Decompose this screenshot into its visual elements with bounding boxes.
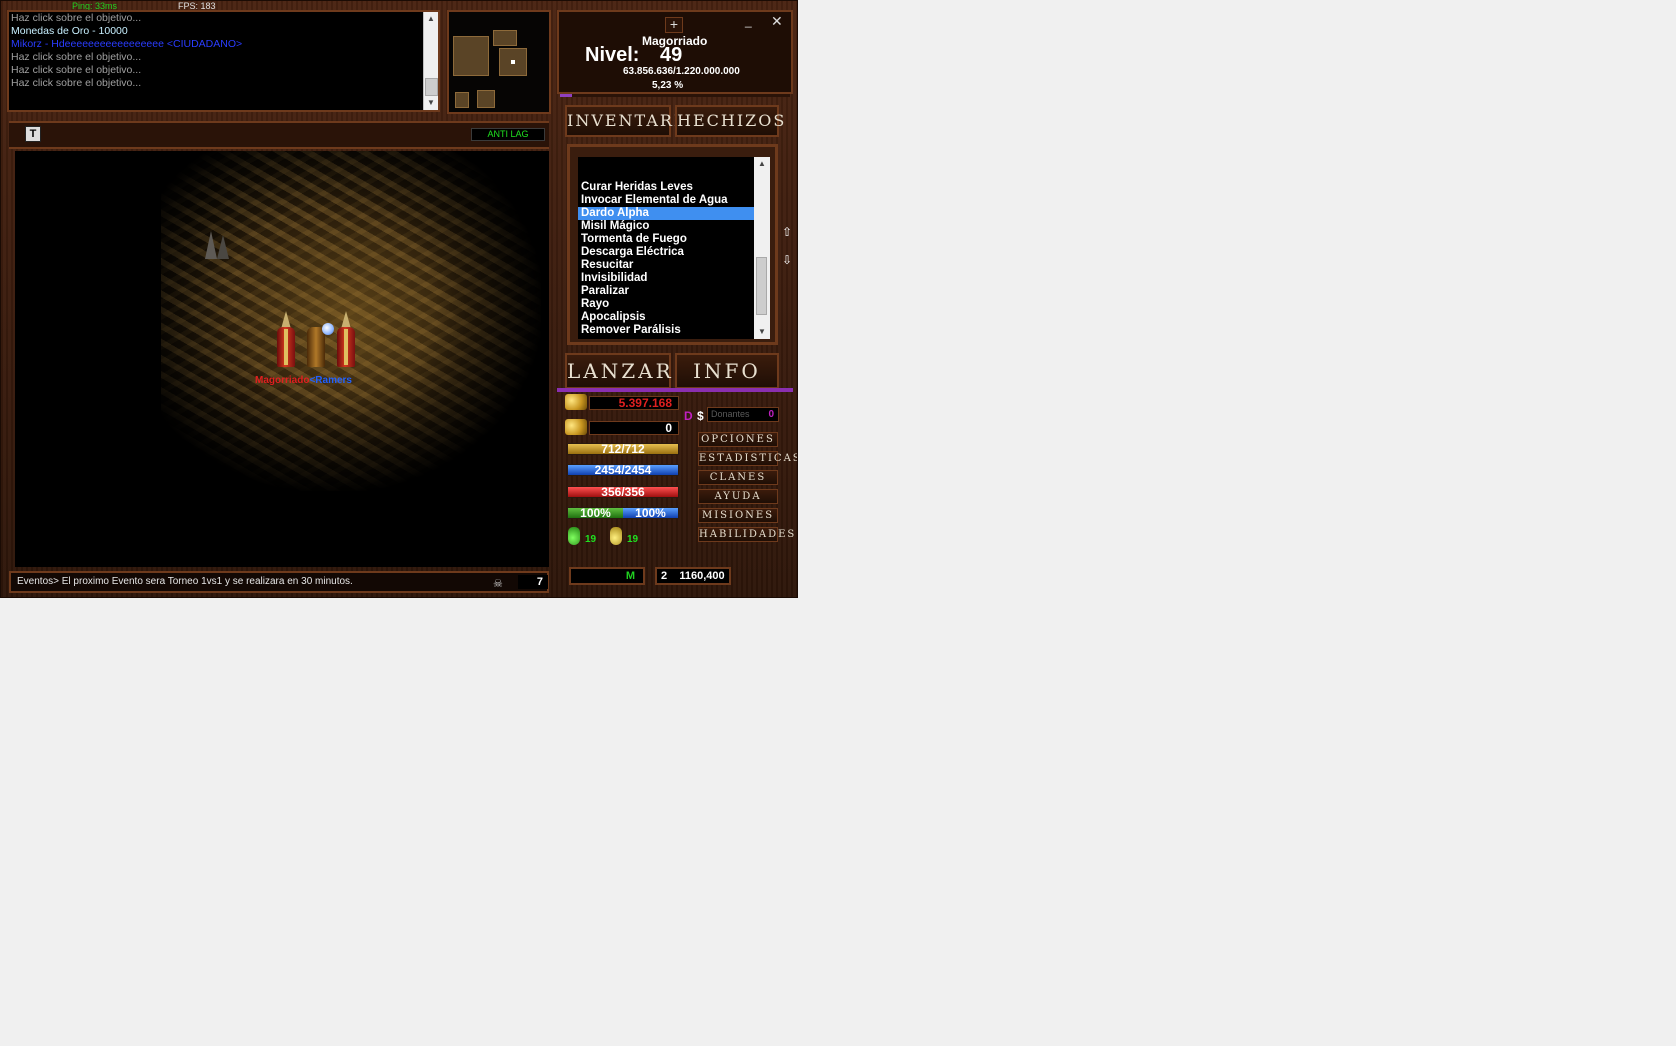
scroll-down-icon[interactable]: ▼ <box>424 96 438 110</box>
gold-coins-icon <box>565 394 587 410</box>
console-line: Mikorz - Hdeeeeeeeeeeeeeeeee <CIUDADANO> <box>11 38 243 50</box>
console-lines: Haz click sobre el objetivo... Monedas de… <box>9 12 438 90</box>
donations-box[interactable]: Donantes 0 <box>707 407 779 422</box>
spell-item[interactable]: Dardo Alpha <box>578 207 762 220</box>
cast-button[interactable]: LANZAR <box>565 353 671 389</box>
scroll-thumb[interactable] <box>756 257 767 315</box>
tab-inventory[interactable]: INVENTARIO <box>565 105 695 137</box>
statistics-button[interactable]: ESTADISTICAS <box>698 451 797 466</box>
console-line: Haz click sobre el objetivo... <box>11 12 142 24</box>
spell-list-frame: Curar Heridas Leves Invocar Elemental de … <box>567 144 778 345</box>
donations-d: D <box>684 409 693 423</box>
clans-button[interactable]: CLANES <box>698 470 778 485</box>
spell-item[interactable]: Rayo <box>578 298 762 311</box>
minimap-room <box>455 92 469 108</box>
donations-dollar: $ <box>697 409 704 423</box>
level-value: 49 <box>660 44 683 66</box>
spell-item[interactable]: Paralizar <box>578 285 762 298</box>
gold-wallet: 5.397.168 <box>589 396 679 410</box>
experience-percent: 5,23 % <box>652 80 684 91</box>
spell-item[interactable]: Invocar Elemental de Agua <box>578 194 762 207</box>
panel-separator <box>557 388 793 392</box>
spell-item[interactable]: Invisibilidad <box>578 272 762 285</box>
stalagmite-icon <box>217 235 229 259</box>
coordinates: 2 1160,400 <box>655 567 731 585</box>
spell-item[interactable]: Tormenta de Fuego <box>578 233 762 246</box>
console-line: Monedas de Oro - 10000 <box>11 25 128 37</box>
console-line: Haz click sobre el objetivo... <box>11 51 142 63</box>
game-viewport[interactable]: Magorriado<Ramers <box>15 151 549 567</box>
skills-button[interactable]: HABILIDADES <box>698 527 794 542</box>
event-count: 7 <box>518 575 548 589</box>
spell-item[interactable]: Misil Mágico <box>578 220 762 233</box>
yellow-potion-icon[interactable] <box>610 527 622 545</box>
stamina-bar: 712/712 <box>567 443 679 455</box>
minimap-room <box>493 30 517 46</box>
game-window: Ping: 33ms FPS: 183 Haz click sobre el o… <box>0 0 798 598</box>
minimap-room <box>477 90 495 108</box>
antilag-button[interactable]: ANTI LAG <box>471 128 545 141</box>
player-character[interactable] <box>337 311 355 369</box>
minimize-button[interactable]: _ <box>745 14 752 28</box>
hunger-value: 100% <box>568 508 623 518</box>
plus-button[interactable]: + <box>665 17 683 33</box>
character-panel: + _ ✕ Magorriado Nivel: 49 63.856.636/1.… <box>557 10 793 94</box>
stalagmite-icon <box>205 231 217 259</box>
scroll-thumb[interactable] <box>425 78 438 96</box>
spell-scrollbar[interactable]: ▲ ▼ <box>754 157 770 339</box>
minimap-room <box>453 36 489 76</box>
console-line: Haz click sobre el objetivo... <box>11 77 142 89</box>
text-toggle-button[interactable]: T <box>25 126 41 142</box>
missions-button[interactable]: MISIONES <box>698 508 778 523</box>
skull-icon: ☠ <box>493 578 503 590</box>
character-nametag: Magorriado<Ramers <box>255 375 352 386</box>
scroll-up-icon[interactable]: ▲ <box>424 12 438 26</box>
bank-coins-icon <box>565 419 587 435</box>
info-button[interactable]: INFO <box>675 353 779 389</box>
toolbar: T ANTI LAG <box>9 121 549 149</box>
orb-icon <box>322 323 334 335</box>
thirst-value: 100% <box>623 508 678 518</box>
gold-bank: 0 <box>589 421 679 435</box>
spell-list[interactable]: Curar Heridas Leves Invocar Elemental de … <box>578 157 762 339</box>
chat-console[interactable]: Haz click sobre el objetivo... Monedas de… <box>7 10 440 112</box>
spell-item[interactable]: Curar Heridas Leves <box>578 181 762 194</box>
map-indicator: M <box>569 567 645 585</box>
donations-value: 0 <box>768 409 774 420</box>
help-button[interactable]: AYUDA <box>698 489 778 504</box>
event-message: Eventos> El proximo Evento sera Torneo 1… <box>17 576 353 587</box>
event-status-bar: Eventos> El proximo Evento sera Torneo 1… <box>9 571 549 593</box>
spell-item[interactable]: Resucitar <box>578 259 762 272</box>
green-potion-icon[interactable] <box>568 527 580 545</box>
scroll-up-icon[interactable]: ▲ <box>754 157 770 171</box>
experience-bar <box>560 94 790 97</box>
experience-text: 63.856.636/1.220.000.000 <box>623 66 740 77</box>
move-spell-up-icon[interactable]: ⇧ <box>781 225 793 239</box>
tab-spells[interactable]: HECHIZOS <box>675 105 784 137</box>
spell-item[interactable]: Apocalipsis <box>578 311 762 324</box>
console-scrollbar[interactable]: ▲ ▼ <box>423 12 438 110</box>
player-marker-icon <box>511 60 515 64</box>
player-character[interactable] <box>277 311 295 369</box>
hunger-thirst-bar: 100% 100% <box>567 507 679 519</box>
health-bar: 356/356 <box>567 486 679 498</box>
spell-item[interactable]: Remover Parálisis <box>578 324 762 337</box>
options-button[interactable]: OPCIONES <box>698 432 778 447</box>
green-potion-count: 19 <box>585 534 597 545</box>
close-button[interactable]: ✕ <box>771 13 783 30</box>
yellow-potion-count: 19 <box>627 534 639 545</box>
minimap[interactable] <box>447 10 551 114</box>
mana-bar: 2454/2454 <box>567 464 679 476</box>
spell-item[interactable]: Descarga Eléctrica <box>578 246 762 259</box>
scroll-down-icon[interactable]: ▼ <box>754 325 770 339</box>
console-line: Haz click sobre el objetivo... <box>11 64 142 76</box>
move-spell-down-icon[interactable]: ⇩ <box>781 253 793 267</box>
level-label: Nivel: <box>585 44 640 66</box>
